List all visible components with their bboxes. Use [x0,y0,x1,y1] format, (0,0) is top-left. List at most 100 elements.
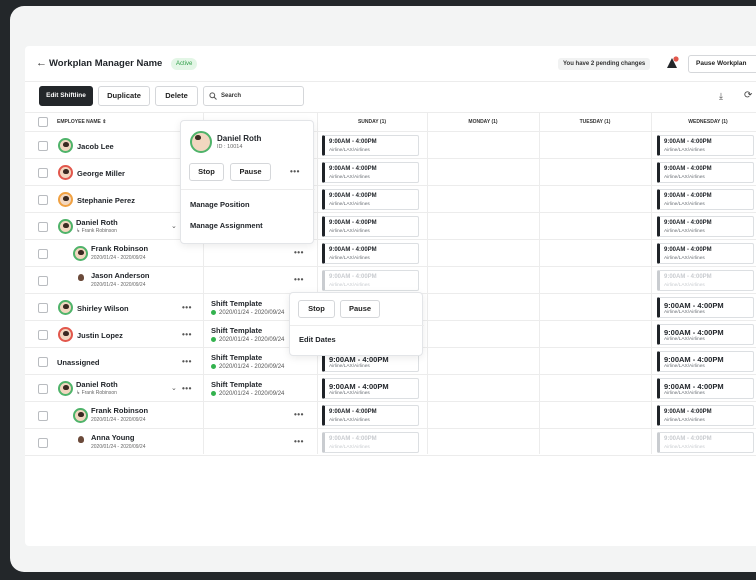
shift-location: Airline/LAX/Airlines [664,337,705,342]
shift-block[interactable]: 9:00AM - 4:00PM Airline/LAX/Airlines [322,378,419,399]
more-options-icon[interactable]: ••• [182,357,192,366]
table-row[interactable]: Jason Anderson 2020/01/24 - 2020/09/24 •… [25,267,756,294]
row-checkbox[interactable] [38,330,48,340]
employee-name[interactable]: Stephanie Perez [77,196,135,205]
employee-name[interactable]: Jason Anderson [91,271,149,280]
table-row[interactable]: Daniel Roth ↳ Frank Robinson ⌄ ••• Shift… [25,375,756,402]
shift-block[interactable]: 9:00AM - 4:00PM Airline/LAX/Airlines [322,432,419,453]
shift-block[interactable]: 9:00AM - 4:00PM Airline/LAX/Airlines [322,270,419,291]
avatar [73,408,88,423]
more-options-icon[interactable]: ••• [294,410,304,419]
more-options-icon[interactable]: ••• [294,437,304,446]
edit-dates-item[interactable]: Edit Dates [299,335,336,344]
table-row[interactable]: Daniel Roth ↳ Frank Robinson ⌄ 9:00AM - … [25,213,756,240]
manage-position-item[interactable]: Manage Position [190,200,250,209]
employee-name[interactable]: Justin Lopez [77,331,123,340]
arrow-left-icon[interactable]: ← [36,57,47,69]
shift-block[interactable]: 9:00AM - 4:00PM Airline/LAX/Airlines [657,432,754,453]
shift-block[interactable]: 9:00AM - 4:00PM Airline/LAX/Airlines [657,243,754,264]
search-input[interactable]: Search [203,86,304,106]
shift-location: Airline/LAX/Airlines [329,202,370,207]
more-options-icon[interactable]: ••• [294,248,304,257]
row-checkbox[interactable] [38,411,48,421]
table-row[interactable]: Stephanie Perez 9:00AM - 4:00PM Airline/L… [25,186,756,213]
employee-name[interactable]: Unassigned [57,358,100,367]
more-options-icon[interactable]: ••• [294,275,304,284]
shift-block[interactable]: 9:00AM - 4:00PM Airline/LAX/Airlines [657,162,754,183]
refresh-icon[interactable]: ⟳ [744,90,752,101]
row-checkbox[interactable] [38,249,48,259]
employee-name[interactable]: George Miller [77,169,125,178]
employee-name[interactable]: Daniel Roth [76,218,118,227]
stop-button[interactable]: Stop [189,163,224,181]
shift-block[interactable]: 9:00AM - 4:00PM Airline/LAX/Airlines [657,270,754,291]
employee-name[interactable]: Daniel Roth [76,380,118,389]
table-header: EMPLOYEE NAME ⇕ SUNDAY (1) MONDAY (1) TU… [25,112,756,132]
pause-button[interactable]: Pause [340,300,380,318]
employee-name[interactable]: Frank Robinson [91,406,148,415]
delete-button[interactable]: Delete [155,86,198,106]
employee-name[interactable]: Jacob Lee [77,142,114,151]
row-checkbox[interactable] [38,384,48,394]
shift-block[interactable]: 9:00AM - 4:00PM Airline/LAX/Airlines [657,324,754,345]
shift-block[interactable]: 9:00AM - 4:00PM Airline/LAX/Airlines [657,135,754,156]
table-row[interactable]: Frank Robinson 2020/01/24 - 2020/09/24 •… [25,240,756,267]
row-checkbox[interactable] [38,303,48,313]
row-checkbox[interactable] [38,141,48,151]
row-checkbox[interactable] [38,195,48,205]
shift-template-name[interactable]: Shift Template [211,326,262,335]
divider [290,325,424,326]
pause-workplan-button[interactable]: Pause Workplan [688,55,756,73]
column-tuesday: TUESDAY (1) [579,119,611,125]
more-options-icon[interactable]: ••• [182,303,192,312]
row-checkbox[interactable] [38,222,48,232]
shift-location: Airline/LAX/Airlines [329,445,370,450]
table-row[interactable]: Anna Young 2020/01/24 - 2020/09/24 ••• 9… [25,429,756,456]
row-checkbox[interactable] [38,168,48,178]
shift-block[interactable]: 9:00AM - 4:00PM Airline/LAX/Airlines [322,162,419,183]
shift-block[interactable]: 9:00AM - 4:00PM Airline/LAX/Airlines [657,189,754,210]
shift-time: 9:00AM - 4:00PM [329,166,377,172]
shift-location: Airline/LAX/Airlines [329,364,370,369]
shift-block[interactable]: 9:00AM - 4:00PM Airline/LAX/Airlines [657,216,754,237]
row-checkbox[interactable] [38,276,48,286]
shift-location: Airline/LAX/Airlines [329,175,370,180]
employee-name[interactable]: Anna Young [91,433,134,442]
row-checkbox[interactable] [38,357,48,367]
edit-shiftline-button[interactable]: Edit Shiftline [39,86,93,106]
avatar [58,300,73,315]
table-row[interactable]: Jacob Lee 9:00AM - 4:00PM Airline/LAX/Air… [25,132,756,159]
shift-block[interactable]: 9:00AM - 4:00PM Airline/LAX/Airlines [657,297,754,318]
row-checkbox[interactable] [38,438,48,448]
select-all-checkbox[interactable] [38,117,48,127]
alert-bell-icon[interactable] [665,56,679,70]
shift-block[interactable]: 9:00AM - 4:00PM Airline/LAX/Airlines [322,216,419,237]
chevron-down-icon[interactable]: ⌄ [171,384,177,392]
chevron-down-icon[interactable]: ⌄ [171,222,177,230]
shift-block[interactable]: 9:00AM - 4:00PM Airline/LAX/Airlines [322,189,419,210]
shift-block[interactable]: 9:00AM - 4:00PM Airline/LAX/Airlines [322,405,419,426]
more-options-icon[interactable]: ••• [182,384,192,393]
manage-assignment-item[interactable]: Manage Assignment [190,221,263,230]
more-options-icon[interactable]: ••• [182,330,192,339]
download-icon[interactable]: ⤓ [719,91,723,102]
shift-block[interactable]: 9:00AM - 4:00PM Airline/LAX/Airlines [657,351,754,372]
table-row[interactable]: Frank Robinson 2020/01/24 - 2020/09/24 •… [25,402,756,429]
shift-block[interactable]: 9:00AM - 4:00PM Airline/LAX/Airlines [322,135,419,156]
shift-block[interactable]: 9:00AM - 4:00PM Airline/LAX/Airlines [657,378,754,399]
pause-button[interactable]: Pause [230,163,271,181]
table-row[interactable]: George Miller 9:00AM - 4:00PM Airline/LAX… [25,159,756,186]
column-employee-name[interactable]: EMPLOYEE NAME ⇕ [57,113,137,133]
employee-name[interactable]: Shirley Wilson [77,304,129,313]
shift-template-name[interactable]: Shift Template [211,353,262,362]
shift-template-name[interactable]: Shift Template [211,299,262,308]
shift-template-name[interactable]: Shift Template [211,380,262,389]
shift-block[interactable]: 9:00AM - 4:00PM Airline/LAX/Airlines [322,243,419,264]
pending-changes-badge[interactable]: You have 2 pending changes [558,58,651,70]
shift-time: 9:00AM - 4:00PM [329,274,377,280]
shift-block[interactable]: 9:00AM - 4:00PM Airline/LAX/Airlines [657,405,754,426]
duplicate-button[interactable]: Duplicate [98,86,150,106]
more-options-icon[interactable]: ••• [290,167,300,176]
stop-button[interactable]: Stop [298,300,335,318]
employee-name[interactable]: Frank Robinson [91,244,148,253]
